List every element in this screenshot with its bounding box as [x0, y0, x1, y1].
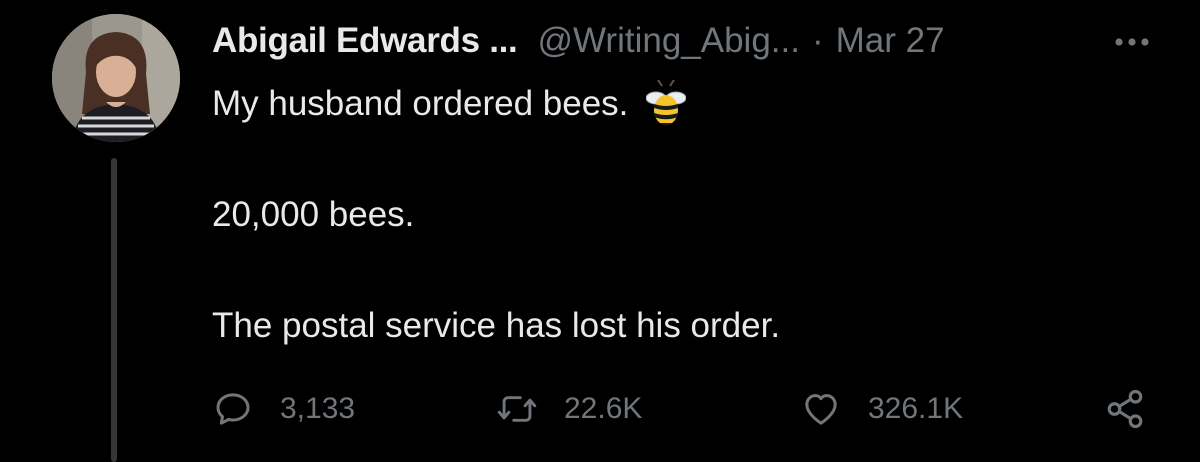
- like-count: 326.1K: [868, 392, 964, 425]
- tweet-card[interactable]: Abigail Edwards ... @Writing_Abig... · M…: [0, 0, 1200, 462]
- retweet-count: 22.6K: [564, 392, 643, 425]
- tweet-text-line-3: The postal service has lost his order.: [212, 306, 781, 345]
- heart-icon: [800, 388, 842, 430]
- tweet-text-line-1: My husband ordered bees.: [212, 79, 687, 128]
- retweet-button[interactable]: 22.6K: [496, 386, 642, 432]
- retweet-icon: [496, 388, 538, 430]
- tweet-date[interactable]: Mar 27: [836, 18, 945, 64]
- tweet-text: My husband ordered bees.: [212, 84, 629, 123]
- share-icon: [1104, 388, 1146, 430]
- thread-line: [111, 158, 117, 462]
- separator-dot: ·: [811, 21, 824, 60]
- share-button[interactable]: [1104, 386, 1146, 432]
- reply-icon: [212, 388, 254, 430]
- tweet-text-line-2: 20,000 bees.: [212, 195, 415, 234]
- reply-button[interactable]: 3,133: [212, 386, 355, 432]
- avatar-image: [52, 14, 180, 142]
- author-handle[interactable]: @Writing_Abig...: [537, 18, 799, 64]
- tweet-header: Abigail Edwards ... @Writing_Abig... · M…: [212, 18, 945, 64]
- reply-count: 3,133: [280, 392, 356, 425]
- avatar[interactable]: [52, 14, 180, 142]
- like-button[interactable]: 326.1K: [800, 386, 963, 432]
- author-name[interactable]: Abigail Edwards ...: [212, 18, 518, 64]
- more-icon[interactable]: [1108, 22, 1156, 62]
- bee-emoji-icon: [645, 79, 687, 128]
